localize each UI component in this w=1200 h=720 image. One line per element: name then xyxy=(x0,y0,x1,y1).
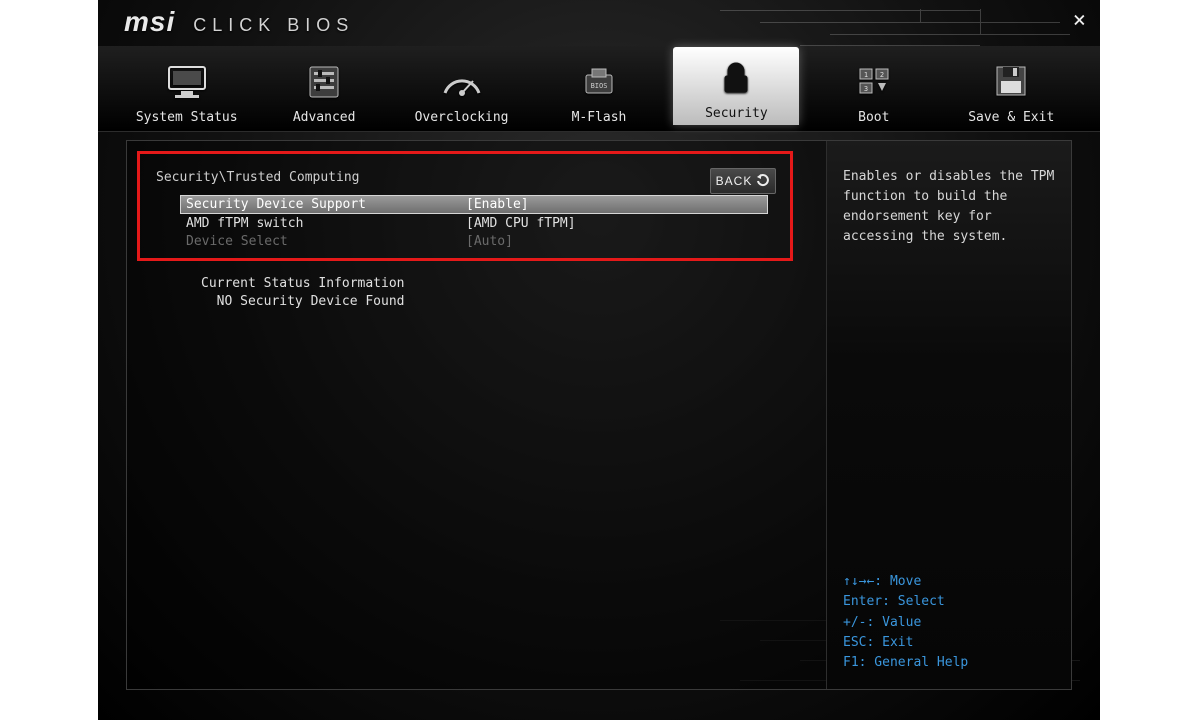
bios-window: msi CLICK BIOS × System Status Advanced … xyxy=(98,0,1100,720)
help-description: Enables or disables the TPM function to … xyxy=(843,167,1055,307)
settings-list: Security Device Support [Enable] AMD fTP… xyxy=(180,195,768,250)
brand-bar: msi CLICK BIOS xyxy=(98,0,1100,40)
setting-value: [Enable] xyxy=(466,197,529,212)
help-keys: ↑↓→←: Move Enter: Select +/-: Value ESC:… xyxy=(843,572,1055,673)
back-button[interactable]: BACK xyxy=(710,168,776,194)
setting-security-device-support[interactable]: Security Device Support [Enable] xyxy=(180,195,768,214)
help-key-select: Enter: Select xyxy=(843,592,1055,612)
status-block: Current Status Information NO Security D… xyxy=(201,275,405,311)
setting-amd-ftpm-switch[interactable]: AMD fTPM switch [AMD CPU fTPM] xyxy=(180,214,768,232)
close-button[interactable]: × xyxy=(1073,8,1086,33)
tab-security[interactable]: Security xyxy=(673,47,799,125)
help-key-value: +/-: Value xyxy=(843,613,1055,633)
msi-logo: msi xyxy=(124,6,175,38)
tab-label: M-Flash xyxy=(572,110,627,125)
tab-save-exit[interactable]: Save & Exit xyxy=(948,45,1074,125)
main-frame: Security\Trusted Computing BACK Security… xyxy=(126,140,1072,690)
tab-label: System Status xyxy=(136,110,238,125)
back-label: BACK xyxy=(716,174,753,188)
usb-chip-icon: BIOS xyxy=(569,60,629,104)
setting-name: AMD fTPM switch xyxy=(186,216,466,231)
status-heading: Current Status Information xyxy=(201,275,405,293)
monitor-icon xyxy=(157,60,217,104)
svg-text:1: 1 xyxy=(864,71,868,79)
tab-label: Security xyxy=(705,106,768,121)
help-key-move: ↑↓→←: Move xyxy=(843,572,1055,592)
svg-text:3: 3 xyxy=(864,85,868,93)
lock-icon xyxy=(706,56,766,100)
help-key-exit: ESC: Exit xyxy=(843,633,1055,653)
setting-name: Security Device Support xyxy=(186,197,466,212)
undo-arrow-icon xyxy=(756,173,770,190)
tab-boot[interactable]: 1 2 3 Boot xyxy=(811,45,937,125)
help-key-help: F1: General Help xyxy=(843,653,1055,673)
settings-pane: Security\Trusted Computing BACK Security… xyxy=(127,141,826,689)
setting-value: [AMD CPU fTPM] xyxy=(466,216,576,231)
svg-text:BIOS: BIOS xyxy=(591,82,608,90)
tab-label: Save & Exit xyxy=(968,110,1054,125)
floppy-icon xyxy=(981,60,1041,104)
setting-value: [Auto] xyxy=(466,234,513,249)
svg-text:2: 2 xyxy=(880,71,884,79)
product-name: CLICK BIOS xyxy=(193,15,354,38)
tab-label: Advanced xyxy=(293,110,356,125)
status-line: NO Security Device Found xyxy=(201,293,405,311)
tab-advanced[interactable]: Advanced xyxy=(261,45,387,125)
tab-mflash[interactable]: BIOS M-Flash xyxy=(536,45,662,125)
tab-strip: System Status Advanced Overclocking BIOS… xyxy=(98,46,1100,132)
tab-system-status[interactable]: System Status xyxy=(124,45,250,125)
setting-device-select: Device Select [Auto] xyxy=(180,232,768,250)
breadcrumb: Security\Trusted Computing xyxy=(156,170,778,185)
highlight-box: Security\Trusted Computing BACK Security… xyxy=(137,151,793,261)
help-pane: Enables or disables the TPM function to … xyxy=(826,141,1071,689)
boot-order-icon: 1 2 3 xyxy=(844,60,904,104)
tab-label: Overclocking xyxy=(415,110,509,125)
tab-label: Boot xyxy=(858,110,889,125)
sliders-icon xyxy=(294,60,354,104)
tab-overclocking[interactable]: Overclocking xyxy=(399,45,525,125)
setting-name: Device Select xyxy=(186,234,466,249)
gauge-icon xyxy=(432,60,492,104)
